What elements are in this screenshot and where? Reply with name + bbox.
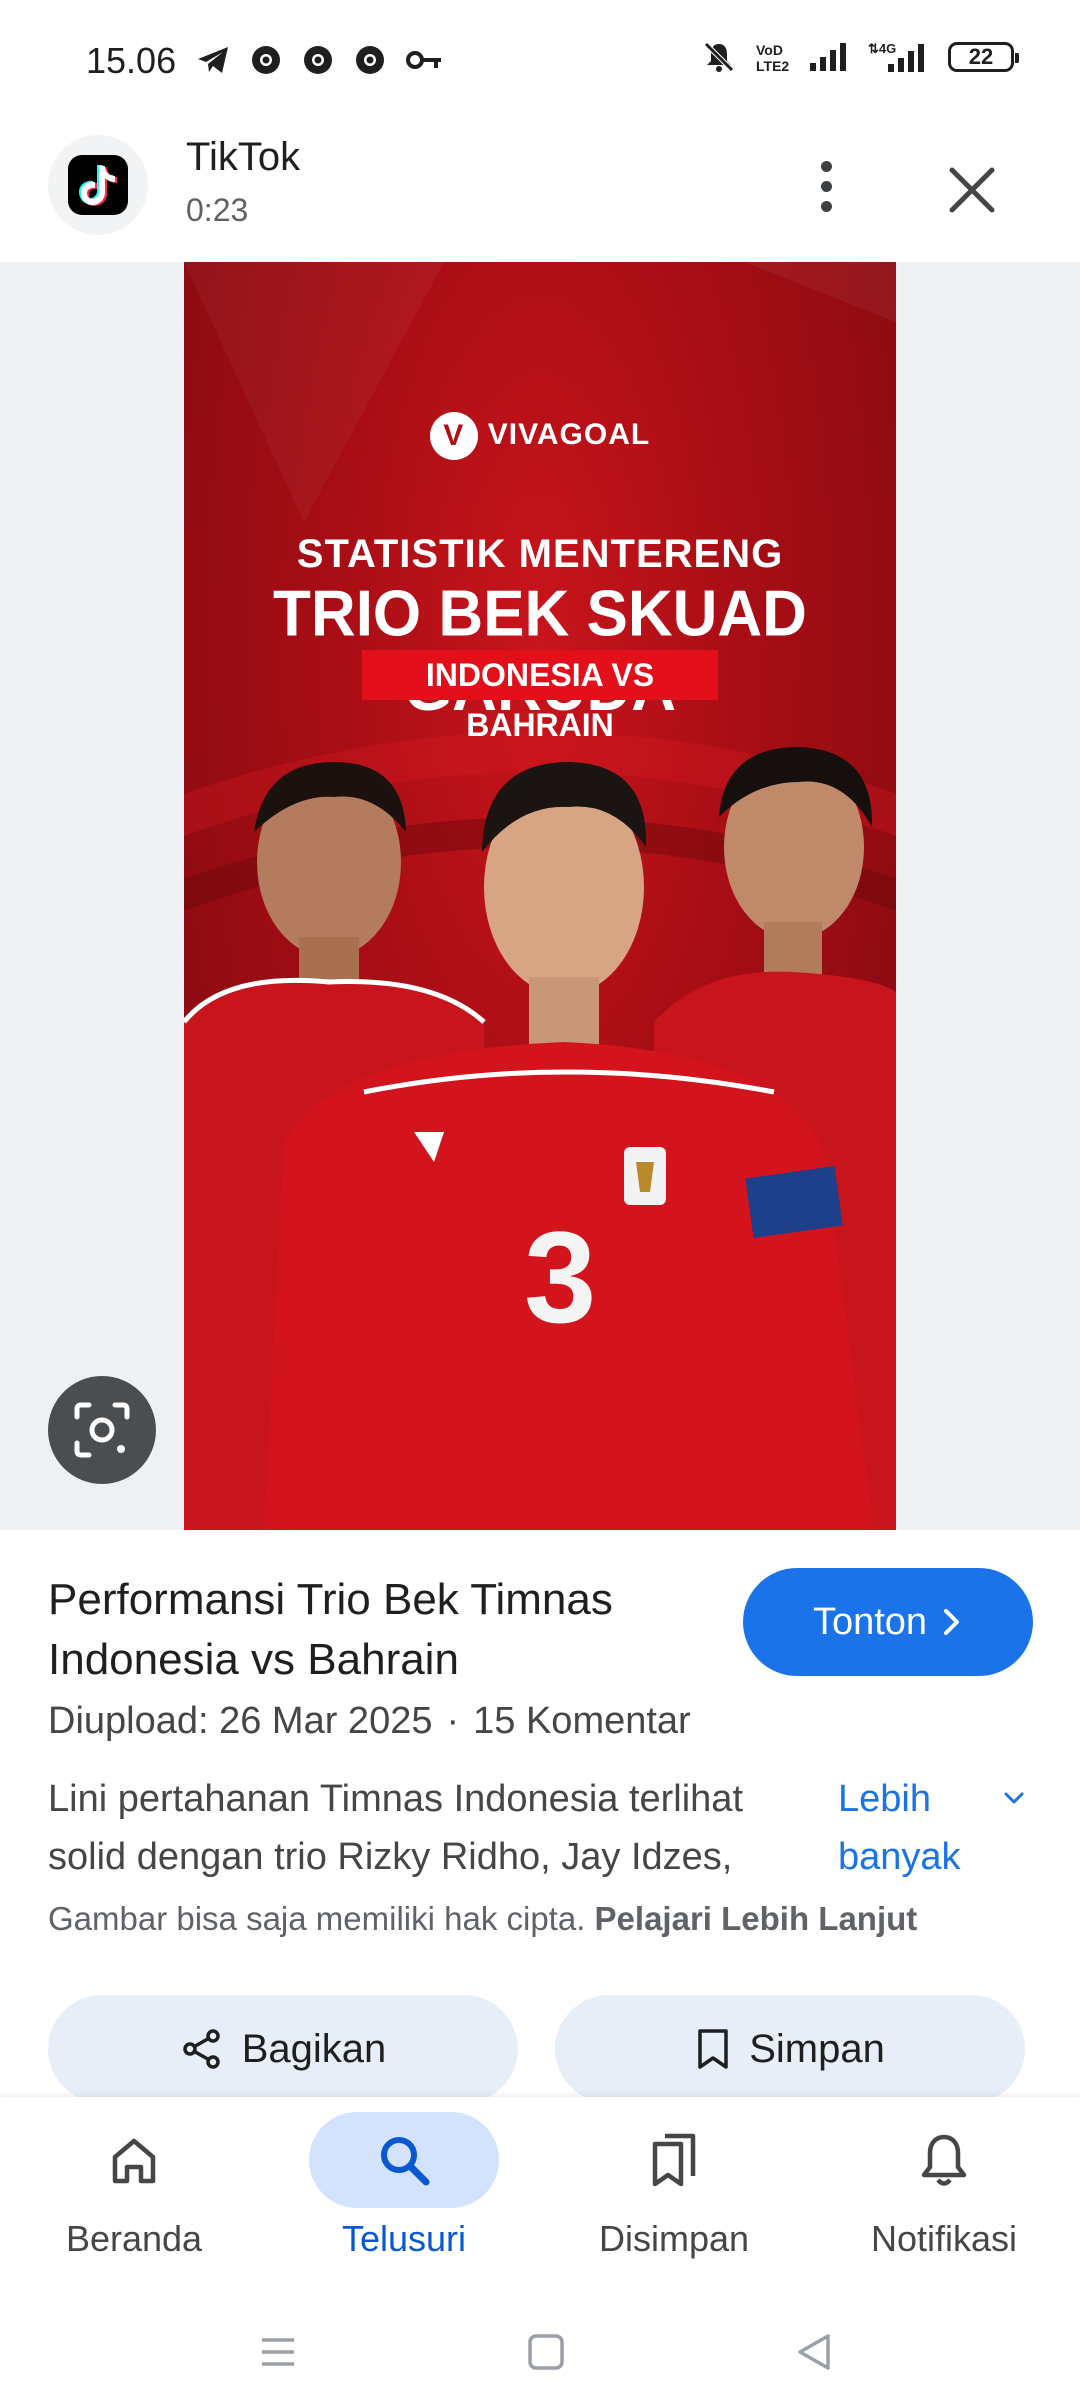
copyright-notice: Gambar bisa saja memiliki hak cipta. Pel… [48, 1900, 917, 1938]
source-avatar[interactable] [48, 135, 148, 235]
meta-separator: · [446, 1700, 460, 1742]
nav-label-saved: Disimpan [598, 2218, 750, 2259]
home-system-button[interactable] [516, 2327, 576, 2377]
save-label: Simpan [749, 2026, 885, 2071]
share-button[interactable]: Bagikan [48, 1995, 518, 2103]
chrome-icon [252, 46, 280, 74]
battery-icon: 22 [948, 42, 1019, 72]
status-time: 15.06 [86, 40, 177, 81]
chrome-icon [304, 46, 332, 74]
vivagoal-logo-icon: V [429, 412, 478, 460]
tiktok-logo-icon [68, 155, 128, 215]
chrome-icon [356, 46, 384, 74]
recent-apps-button[interactable] [248, 2327, 308, 2377]
watch-button[interactable]: Tonton [743, 1568, 1033, 1676]
chevron-down-icon[interactable] [1000, 1784, 1028, 1812]
back-triangle-icon [798, 2334, 830, 2370]
signal-icon [810, 43, 846, 71]
video-description: Lini pertahanan Timnas Indonesia terliha… [48, 1770, 828, 1886]
vpn-key-icon [406, 51, 441, 69]
description-line-2: solid dengan trio Rizky Ridho, Jay Idzes… [48, 1836, 733, 1878]
save-button[interactable]: Simpan [555, 1995, 1025, 2103]
share-icon [182, 2029, 220, 2069]
bookmarks-icon [652, 2133, 696, 2187]
signal-4g-icon: ⇅4G [868, 41, 924, 72]
close-icon[interactable] [942, 160, 1002, 220]
watch-button-label: Tonton [812, 1600, 928, 1643]
upload-date: Diupload: 26 Mar 2025 [48, 1700, 433, 1742]
result-header: TikTok 0:23 [0, 125, 1080, 262]
more-dot-icon [820, 200, 832, 212]
home-icon [112, 2138, 156, 2184]
svg-text:LTE2: LTE2 [756, 58, 789, 74]
chevron-right-icon [944, 1609, 960, 1635]
learn-more-link[interactable]: Pelajari Lebih Lanjut [595, 1900, 918, 1937]
nav-item-search[interactable]: Telusuri [274, 2112, 534, 2282]
thumbnail-headline-1: STATISTIK MENTERENG [296, 532, 784, 576]
svg-text:⇅4G: ⇅4G [868, 41, 896, 56]
bottom-navigation: Beranda Telusuri Disimpan Notifikasi [0, 2097, 1080, 2297]
media-preview: V VIVAGOAL STATISTIK MENTERENG TRIO BEK S… [0, 262, 1080, 1530]
svg-text:VoD: VoD [756, 42, 783, 58]
nav-label-notifications: Notifikasi [870, 2218, 1018, 2259]
players-illustration: 3 3 [184, 747, 896, 1530]
nav-item-notifications[interactable]: Notifikasi [814, 2112, 1074, 2282]
back-button[interactable] [784, 2327, 844, 2377]
more-dot-icon [820, 160, 832, 172]
more-link[interactable]: Lebih banyak [838, 1770, 988, 1886]
nav-label-search: Telusuri [341, 2218, 467, 2259]
thumbnail-headline-3: INDONESIA VS BAHRAIN [362, 650, 718, 743]
volte-icon: VoDLTE2 [756, 42, 789, 74]
google-lens-button[interactable] [48, 1376, 156, 1484]
telegram-icon [198, 47, 228, 73]
share-label: Bagikan [241, 2026, 387, 2071]
mute-icon [704, 42, 734, 72]
video-title[interactable]: Performansi Trio Bek Timnas Indonesia vs… [48, 1570, 708, 1690]
status-notification-icons [196, 44, 442, 76]
more-dot-icon [820, 180, 832, 192]
source-title[interactable]: TikTok [186, 135, 300, 180]
bell-icon [921, 2134, 967, 2186]
square-icon [528, 2334, 564, 2370]
menu-lines-icon [262, 2338, 294, 2366]
nav-item-saved[interactable]: Disimpan [544, 2112, 804, 2282]
nav-item-home[interactable]: Beranda [4, 2112, 264, 2282]
svg-text:3: 3 [524, 1204, 596, 1350]
status-bar: 15.06 VoD LTE2 ⇅4G 22 [0, 0, 1080, 125]
nav-label-home: Beranda [65, 2218, 203, 2259]
video-thumbnail[interactable]: V VIVAGOAL STATISTIK MENTERENG TRIO BEK S… [184, 262, 896, 1530]
search-icon [381, 2137, 430, 2186]
system-navigation-bar [0, 2297, 1080, 2400]
comment-count: 15 Komentar [473, 1700, 691, 1742]
video-meta: Diupload: 26 Mar 2025 · 15 Komentar [48, 1700, 691, 1743]
more-options-button[interactable] [806, 151, 846, 221]
description-line-1: Lini pertahanan Timnas Indonesia terliha… [48, 1778, 744, 1820]
lens-icon [74, 1402, 130, 1458]
copyright-text: Gambar bisa saja memiliki hak cipta. [48, 1900, 586, 1937]
thumbnail-brand: V VIVAGOAL [184, 412, 896, 460]
video-duration: 0:23 [186, 192, 249, 228]
status-system-icons: VoD LTE2 ⇅4G 22 [702, 40, 1019, 74]
bookmark-icon [698, 2029, 728, 2069]
